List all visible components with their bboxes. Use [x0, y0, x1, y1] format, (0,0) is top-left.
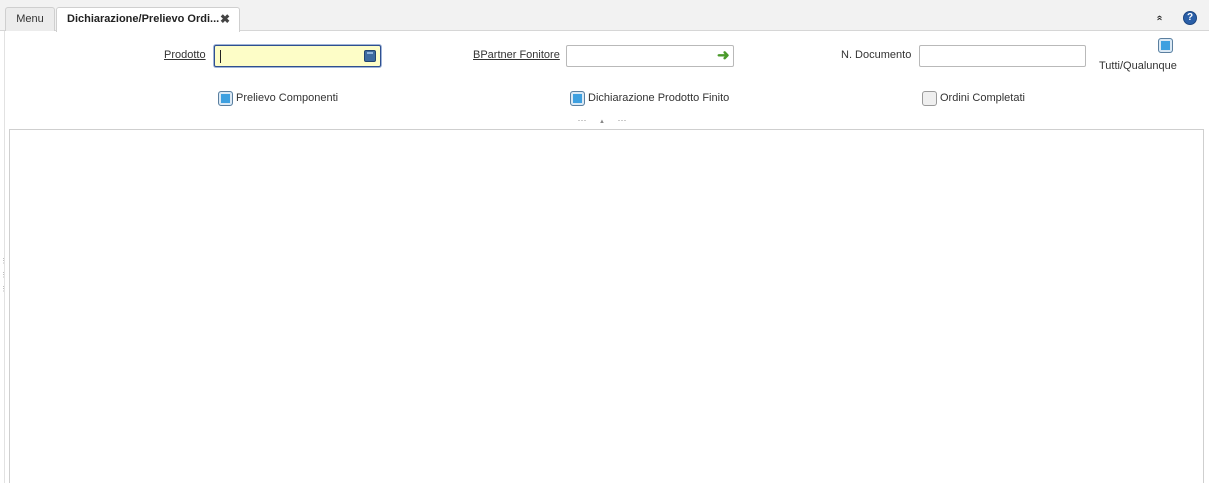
close-icon[interactable]: ✖	[220, 8, 230, 30]
splitter-controls: ··· ▲ ···	[572, 115, 642, 125]
prelievo-checkbox[interactable]	[218, 91, 233, 106]
splitter-left-handle[interactable]: ···	[572, 115, 592, 125]
ordini-checkbox[interactable]	[922, 91, 937, 106]
book-icon[interactable]	[364, 50, 376, 62]
text-caret	[220, 50, 221, 63]
bpartner-label[interactable]: BPartner Fonitore	[473, 49, 560, 61]
splitter-right-handle[interactable]: ···	[612, 115, 632, 125]
tutti-label: Tutti/Qualunque	[1099, 60, 1177, 72]
help-icon[interactable]: ?	[1183, 11, 1197, 25]
tab-dichiarazione-prelievo[interactable]: Dichiarazione/Prelievo Ordi... ✖	[56, 7, 240, 32]
results-grid[interactable]	[9, 129, 1204, 483]
arrow-right-icon[interactable]: ➜	[717, 48, 730, 63]
dichiarazione-label: Dichiarazione Prodotto Finito	[588, 92, 730, 104]
tab-active-label: Dichiarazione/Prelievo Ordi...	[67, 13, 220, 25]
ndocumento-label: N. Documento	[841, 49, 912, 61]
tab-bar: Menu Dichiarazione/Prelievo Ordi... ✖ » …	[0, 0, 1209, 32]
prodotto-input[interactable]	[214, 45, 381, 67]
collapse-icon[interactable]: »	[1153, 11, 1167, 25]
tab-menu[interactable]: Menu	[5, 7, 55, 31]
bpartner-input[interactable]: ➜	[566, 45, 734, 67]
tab-menu-label: Menu	[16, 13, 44, 25]
prodotto-label[interactable]: Prodotto	[164, 49, 206, 61]
side-resize-handle[interactable]: ⋮ ⋮ ⋮	[0, 255, 7, 325]
splitter-collapse-icon[interactable]: ▲	[592, 119, 612, 125]
prelievo-label: Prelievo Componenti	[236, 92, 339, 104]
dichiarazione-checkbox[interactable]	[570, 91, 585, 106]
tutti-checkbox[interactable]	[1158, 38, 1173, 53]
ordini-label: Ordini Completati	[940, 92, 1025, 104]
ndocumento-input[interactable]	[919, 45, 1086, 67]
